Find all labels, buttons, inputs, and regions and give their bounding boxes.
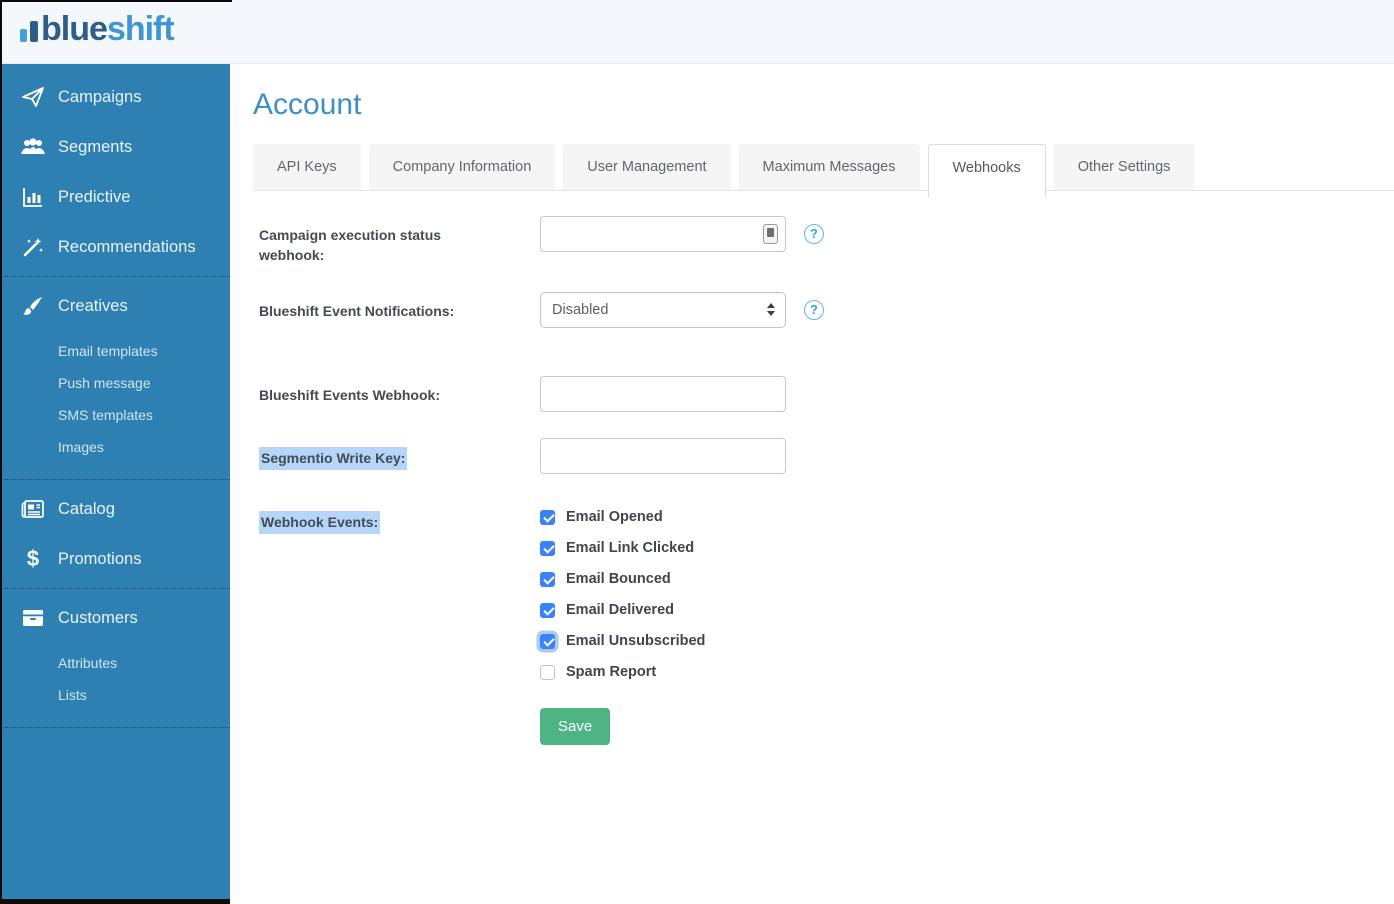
- sidebar-item-label: Recommendations: [58, 238, 196, 257]
- sidebar-subitem-images[interactable]: Images: [0, 431, 230, 463]
- logo-text-light: shift: [107, 10, 174, 48]
- newspaper-icon: [20, 496, 46, 522]
- webhook-events-checklist: Email Opened Email Link Clicked Email Bo…: [540, 502, 705, 688]
- tab-other-settings[interactable]: Other Settings: [1054, 144, 1195, 190]
- sidebar-item-label: Campaigns: [58, 88, 141, 107]
- segmentio-key-input[interactable]: [540, 438, 786, 474]
- sidebar-item-label: Creatives: [58, 297, 128, 316]
- form-row-segmentio-key: Segmentio Write Key:: [259, 438, 1394, 474]
- checkbox-row-email-delivered[interactable]: Email Delivered: [540, 595, 705, 626]
- frame-edge-left: [0, 0, 2, 904]
- sidebar-item-label: Segments: [58, 138, 132, 157]
- checkbox-email-opened[interactable]: [540, 510, 555, 525]
- sidebar-subitem-push-message[interactable]: Push message: [0, 367, 230, 399]
- sidebar-item-label: Catalog: [58, 500, 115, 519]
- event-notifications-label: Blueshift Event Notifications:: [259, 292, 540, 321]
- select-value: Disabled: [552, 302, 608, 318]
- sidebar-divider: [0, 727, 230, 728]
- checkbox-label[interactable]: Email Bounced: [566, 571, 671, 587]
- creatives-sublist: Email templates Push message SMS templat…: [0, 331, 230, 475]
- checkbox-email-link-clicked[interactable]: [540, 541, 555, 556]
- magic-wand-icon: [20, 234, 46, 260]
- frame-edge-bottom: [0, 899, 230, 904]
- webhooks-form: Campaign execution status webhook: ? Blu…: [259, 216, 1394, 745]
- customers-sublist: Attributes Lists: [0, 643, 230, 723]
- paintbrush-icon: [20, 293, 46, 319]
- archive-box-icon: [20, 605, 46, 631]
- help-icon[interactable]: ?: [804, 224, 824, 244]
- campaign-webhook-label: Campaign execution status webhook:: [259, 216, 540, 266]
- checkbox-email-unsubscribed[interactable]: [540, 634, 555, 649]
- checkbox-label[interactable]: Email Link Clicked: [566, 540, 694, 556]
- tab-maximum-messages[interactable]: Maximum Messages: [739, 144, 920, 190]
- sidebar-item-campaigns[interactable]: Campaigns: [0, 72, 230, 122]
- sidebar-item-segments[interactable]: Segments: [0, 122, 230, 172]
- app-window: blueshift Campaigns Segments Predictive: [0, 0, 1394, 904]
- logo-text-dark: blue: [41, 10, 107, 48]
- blueshift-logo[interactable]: blueshift: [20, 12, 174, 46]
- sidebar-item-creatives[interactable]: Creatives: [0, 281, 230, 331]
- sidebar-item-label: Customers: [58, 609, 138, 628]
- paper-plane-icon: [20, 84, 46, 110]
- sidebar-divider: [0, 276, 230, 277]
- events-webhook-label: Blueshift Events Webhook:: [259, 376, 540, 405]
- main-content: Account API Keys Company Information Use…: [230, 64, 1394, 904]
- sidebar-subitem-email-templates[interactable]: Email templates: [0, 335, 230, 367]
- sidebar-divider: [0, 479, 230, 480]
- campaign-webhook-input[interactable]: [540, 216, 786, 252]
- checkbox-row-email-unsubscribed[interactable]: Email Unsubscribed: [540, 626, 705, 657]
- checkbox-row-email-bounced[interactable]: Email Bounced: [540, 564, 705, 595]
- checkbox-row-email-opened[interactable]: Email Opened: [540, 502, 705, 533]
- events-webhook-input[interactable]: [540, 376, 786, 412]
- checkbox-row-email-link-clicked[interactable]: Email Link Clicked: [540, 533, 705, 564]
- sidebar-item-recommendations[interactable]: Recommendations: [0, 222, 230, 272]
- sidebar: Campaigns Segments Predictive Recommenda…: [0, 64, 230, 904]
- top-header: blueshift: [0, 0, 1394, 64]
- help-icon[interactable]: ?: [804, 300, 824, 320]
- tab-bar: API Keys Company Information User Manage…: [253, 144, 1394, 191]
- sidebar-item-promotions[interactable]: $ Promotions: [0, 534, 230, 584]
- blueshift-bars-icon: [20, 21, 38, 46]
- form-row-webhook-events: Webhook Events: Email Opened Email Link …: [259, 502, 1394, 688]
- select-updown-icon: [767, 303, 775, 316]
- checkbox-label[interactable]: Spam Report: [566, 664, 656, 680]
- form-row-events-webhook: Blueshift Events Webhook:: [259, 376, 1394, 412]
- sidebar-item-customers[interactable]: Customers: [0, 593, 230, 643]
- sidebar-item-label: Promotions: [58, 550, 141, 569]
- checkbox-label[interactable]: Email Delivered: [566, 602, 674, 618]
- checkbox-label[interactable]: Email Unsubscribed: [566, 633, 705, 649]
- tab-user-management[interactable]: User Management: [563, 144, 730, 190]
- sidebar-divider: [0, 588, 230, 589]
- form-row-save: Save: [259, 688, 1394, 745]
- sidebar-item-predictive[interactable]: Predictive: [0, 172, 230, 222]
- dollar-icon: $: [20, 546, 46, 572]
- checkbox-label[interactable]: Email Opened: [566, 509, 663, 525]
- users-icon: [20, 134, 46, 160]
- checkbox-row-spam-report[interactable]: Spam Report: [540, 657, 705, 688]
- tab-company-information[interactable]: Company Information: [369, 144, 556, 190]
- page-title: Account: [253, 88, 1394, 122]
- sidebar-subitem-sms-templates[interactable]: SMS templates: [0, 399, 230, 431]
- segmentio-key-label: Segmentio Write Key:: [259, 438, 540, 470]
- tab-webhooks[interactable]: Webhooks: [928, 144, 1046, 197]
- form-row-campaign-webhook: Campaign execution status webhook: ?: [259, 216, 1394, 266]
- sidebar-subitem-lists[interactable]: Lists: [0, 679, 230, 711]
- sidebar-item-catalog[interactable]: Catalog: [0, 484, 230, 534]
- frame-edge-top: [0, 0, 232, 2]
- sidebar-item-label: Predictive: [58, 188, 130, 207]
- autofill-icon[interactable]: [763, 224, 778, 244]
- checkbox-email-delivered[interactable]: [540, 603, 555, 618]
- logo-text: blueshift: [41, 12, 174, 46]
- checkbox-email-bounced[interactable]: [540, 572, 555, 587]
- checkbox-spam-report[interactable]: [540, 665, 555, 680]
- webhook-events-label: Webhook Events:: [259, 502, 540, 534]
- sidebar-subitem-attributes[interactable]: Attributes: [0, 647, 230, 679]
- form-row-event-notifications: Blueshift Event Notifications: Disabled …: [259, 292, 1394, 328]
- bar-chart-icon: [20, 184, 46, 210]
- event-notifications-select[interactable]: Disabled: [540, 292, 786, 328]
- save-button[interactable]: Save: [540, 708, 610, 745]
- tab-api-keys[interactable]: API Keys: [253, 144, 361, 190]
